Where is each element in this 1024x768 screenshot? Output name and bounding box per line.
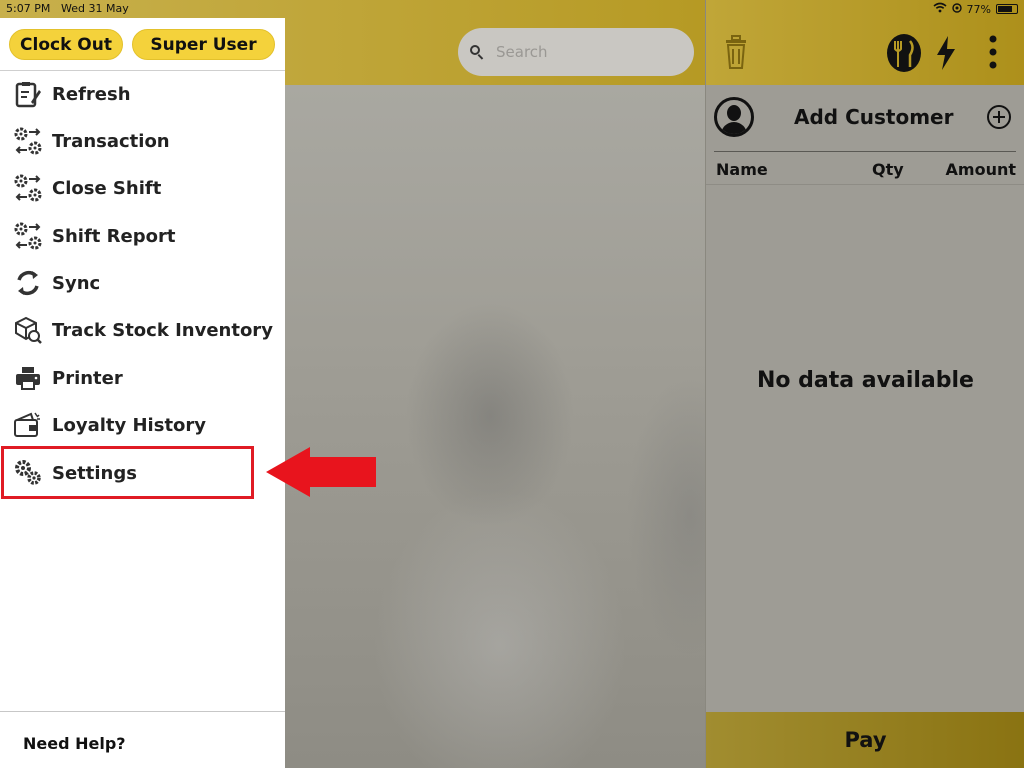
pay-button[interactable]: Pay	[706, 712, 1024, 768]
lightning-icon[interactable]	[934, 35, 958, 75]
columns-divider	[714, 151, 1016, 152]
drawer-header: Clock Out Super User	[0, 18, 285, 71]
box-search-icon	[13, 315, 43, 345]
wallet-icon	[13, 410, 43, 440]
add-customer-plus-icon[interactable]	[987, 105, 1011, 129]
cart-panel: Add Customer Name Qty Amount No data ava…	[705, 0, 1024, 768]
gears-exchange-icon	[13, 173, 43, 203]
menu-label-sync: Sync	[52, 272, 101, 294]
gears-exchange-icon	[13, 126, 43, 156]
menu-label-close-shift: Close Shift	[52, 177, 162, 199]
column-amount: Amount	[945, 160, 1016, 179]
settings-highlight-box	[1, 446, 254, 499]
clock-out-button[interactable]: Clock Out	[9, 29, 123, 60]
more-options-icon[interactable]	[987, 35, 999, 73]
add-customer-row[interactable]: Add Customer	[714, 97, 1014, 143]
column-qty: Qty	[872, 160, 904, 179]
red-arrow-annotation	[266, 447, 376, 497]
gears-exchange-icon	[13, 221, 43, 251]
menu-label-shift-report: Shift Report	[52, 225, 176, 247]
battery-percent: 77%	[966, 2, 991, 16]
menu-item-track-stock-inventory[interactable]: Track Stock Inventory	[0, 310, 285, 350]
menu-item-printer[interactable]: Printer	[0, 358, 285, 398]
menu-item-shift-report[interactable]: Shift Report	[0, 216, 285, 256]
menu-label-loyalty-history: Loyalty History	[52, 414, 207, 436]
clipboard-edit-icon	[13, 79, 43, 109]
side-drawer: Clock Out Super User Refresh Transaction…	[0, 18, 285, 768]
battery-icon	[996, 4, 1018, 14]
need-help-link[interactable]: Need Help?	[23, 734, 126, 753]
wifi-icon	[933, 2, 947, 16]
trash-icon[interactable]	[724, 34, 748, 74]
status-time: 5:07 PM	[6, 2, 51, 15]
menu-item-close-shift[interactable]: Close Shift	[0, 168, 285, 208]
menu-item-transaction[interactable]: Transaction	[0, 121, 285, 161]
empty-cart-message: No data available	[757, 368, 974, 393]
printer-icon	[13, 363, 43, 393]
super-user-button[interactable]: Super User	[132, 29, 275, 60]
customer-avatar-icon	[714, 97, 754, 137]
sync-icon	[13, 268, 43, 298]
menu-item-sync[interactable]: Sync	[0, 263, 285, 303]
drawer-footer-divider	[0, 711, 285, 712]
menu-item-refresh[interactable]: Refresh	[0, 74, 285, 114]
location-lock-icon	[951, 2, 962, 16]
search-input[interactable]: Search	[458, 28, 694, 76]
dine-in-icon[interactable]	[886, 33, 922, 77]
cart-columns-header: Name Qty Amount	[714, 158, 1016, 184]
status-indicators: 77%	[933, 2, 1018, 16]
status-bar: 5:07 PM Wed 31 May 77%	[0, 0, 1024, 18]
column-name: Name	[716, 160, 768, 179]
menu-label-refresh: Refresh	[52, 83, 131, 105]
menu-label-track-stock-inventory: Track Stock Inventory	[52, 319, 273, 341]
menu-item-loyalty-history[interactable]: Loyalty History	[0, 405, 285, 445]
search-placeholder: Search	[496, 43, 548, 61]
add-customer-label: Add Customer	[794, 105, 954, 129]
menu-label-transaction: Transaction	[52, 130, 170, 152]
columns-bottom-divider	[706, 184, 1024, 185]
search-icon	[470, 45, 484, 60]
status-date: Wed 31 May	[61, 2, 129, 15]
menu-label-printer: Printer	[52, 367, 123, 389]
